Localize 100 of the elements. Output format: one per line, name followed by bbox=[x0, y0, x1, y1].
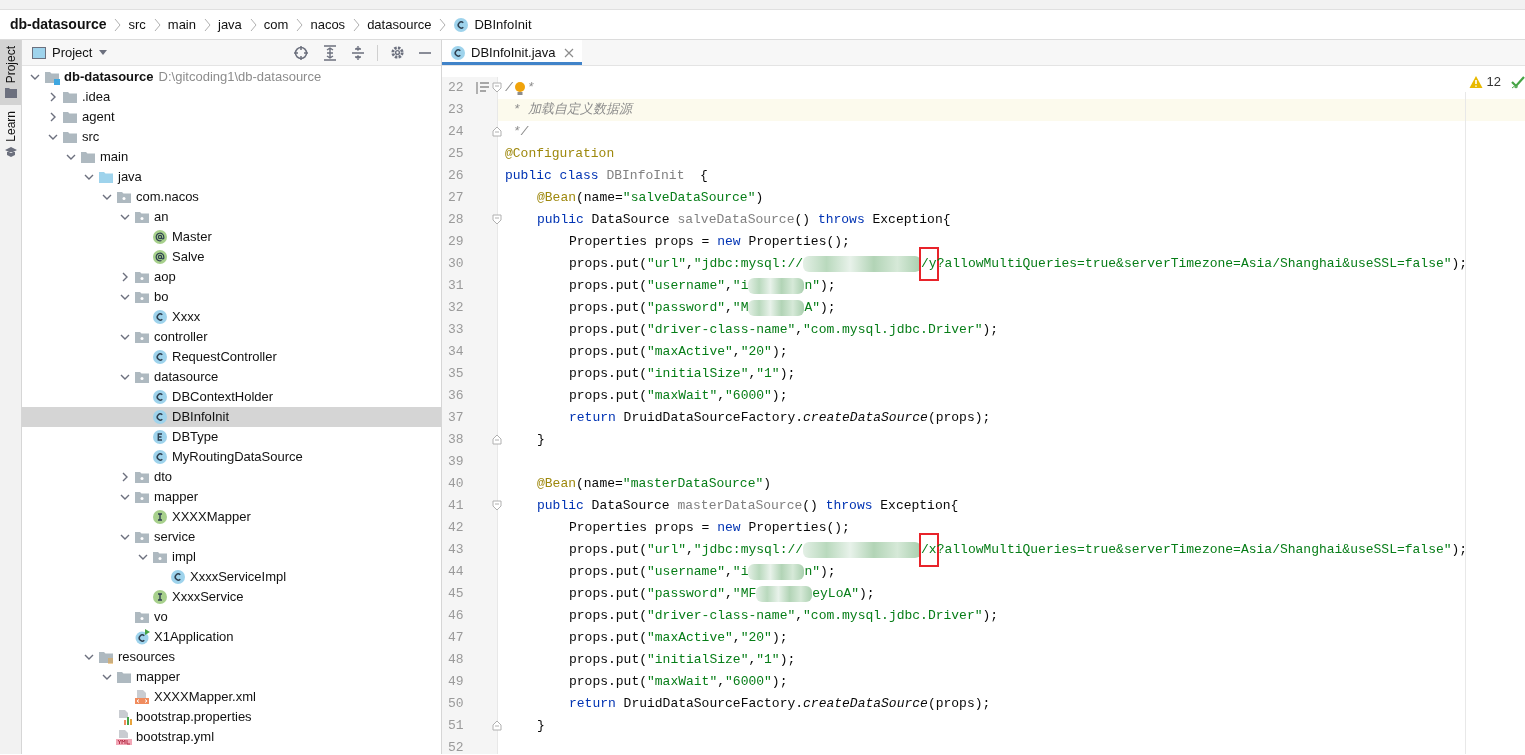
code-line: Properties props = new Properties(); bbox=[569, 233, 850, 252]
tree-item-label: agent bbox=[82, 108, 115, 127]
dropdown-caret-icon[interactable] bbox=[98, 49, 109, 56]
breadcrumb-link[interactable]: com bbox=[263, 14, 289, 35]
breadcrumb-link[interactable]: datasource bbox=[367, 14, 432, 35]
tree-row[interactable]: mapper bbox=[22, 667, 441, 687]
line-number: 34 bbox=[448, 343, 465, 362]
collapse-all-icon[interactable] bbox=[351, 44, 365, 61]
redaction-blur bbox=[748, 300, 805, 316]
tree-row[interactable]: agent bbox=[22, 107, 441, 127]
tree-row[interactable]: java bbox=[22, 167, 441, 187]
package-folder-icon bbox=[134, 369, 150, 385]
tree-item-label: MyRoutingDataSource bbox=[172, 448, 303, 467]
line-number: 51 bbox=[448, 717, 465, 736]
tree-row[interactable]: bo bbox=[22, 287, 441, 307]
tree-row[interactable]: an bbox=[22, 207, 441, 227]
breadcrumb-separator-icon bbox=[203, 17, 211, 32]
tree-row[interactable]: XxxxService bbox=[22, 587, 441, 607]
tree-row[interactable]: mapper bbox=[22, 487, 441, 507]
tree-item-label: an bbox=[154, 208, 169, 227]
source-folder-icon bbox=[98, 169, 114, 185]
side-tab[interactable]: Learn bbox=[0, 105, 21, 165]
locate-icon[interactable] bbox=[293, 44, 309, 61]
side-tab[interactable]: Project bbox=[0, 40, 21, 106]
tree-row[interactable]: dto bbox=[22, 467, 441, 487]
line-number: 50 bbox=[448, 695, 465, 714]
xml-file-icon bbox=[134, 689, 150, 705]
tree-row[interactable]: com.nacos bbox=[22, 187, 441, 207]
tree-row[interactable]: DBInfoInit bbox=[22, 407, 441, 427]
tree-row[interactable]: resources bbox=[22, 647, 441, 667]
tree-row[interactable]: controller bbox=[22, 327, 441, 347]
line-number: 23 bbox=[448, 101, 465, 120]
line-number: 49 bbox=[448, 673, 465, 692]
tree-row[interactable]: X1Application bbox=[22, 627, 441, 647]
tree-item-label: X1Application bbox=[154, 628, 234, 647]
breadcrumb-link[interactable]: DBInfoInit bbox=[474, 14, 532, 35]
tree-item-label: XXXXMapper.xml bbox=[154, 688, 256, 707]
tree-row[interactable]: Salve bbox=[22, 247, 441, 267]
tree-row[interactable]: XXXXMapper.xml bbox=[22, 687, 441, 707]
tree-row[interactable]: XxxxServiceImpl bbox=[22, 567, 441, 587]
code-text: * bbox=[526, 79, 535, 98]
tree-row[interactable]: XXXXMapper bbox=[22, 507, 441, 527]
code-text: / bbox=[505, 79, 513, 98]
breadcrumb-link[interactable]: main bbox=[167, 14, 196, 35]
tree-row[interactable]: src bbox=[22, 127, 441, 147]
line-number: 42 bbox=[448, 519, 465, 538]
class-icon bbox=[453, 16, 470, 33]
tree-row[interactable]: main bbox=[22, 147, 441, 167]
breadcrumb-separator-icon bbox=[152, 17, 161, 32]
properties-file-icon bbox=[116, 709, 132, 725]
tree-row[interactable]: Xxxx bbox=[22, 307, 441, 327]
breadcrumb-link[interactable]: db-datasource bbox=[10, 14, 107, 35]
tree-row[interactable]: bootstrap.properties bbox=[22, 707, 441, 727]
project-panel-title[interactable]: Project bbox=[52, 42, 93, 63]
warning-count[interactable]: 12 bbox=[1486, 72, 1501, 92]
tree-row[interactable]: vo bbox=[22, 607, 441, 627]
folder-icon bbox=[4, 87, 17, 100]
tree-item-label: com.nacos bbox=[136, 188, 199, 207]
tree-row[interactable]: aop bbox=[22, 267, 441, 287]
breadcrumb-link[interactable]: nacos bbox=[310, 14, 346, 35]
line-number: 44 bbox=[448, 563, 465, 582]
tree-row[interactable]: DBContextHolder bbox=[22, 387, 441, 407]
editor-tab[interactable]: DBInfoInit.java bbox=[442, 40, 582, 65]
breadcrumb-link[interactable]: java bbox=[218, 14, 242, 35]
code-line: } bbox=[537, 431, 545, 450]
package-folder-icon bbox=[134, 269, 150, 285]
expand-all-icon[interactable] bbox=[323, 44, 337, 61]
tree-row[interactable]: Master bbox=[22, 227, 441, 247]
check-icon[interactable] bbox=[1511, 74, 1525, 89]
line-number: 28 bbox=[448, 211, 465, 230]
breadcrumb-separator-icon bbox=[295, 17, 304, 32]
code-text: props.put("url","jdbc:mysql:// bbox=[569, 255, 804, 274]
tree-row[interactable]: service bbox=[22, 527, 441, 547]
minimize-icon[interactable] bbox=[419, 50, 431, 55]
code-line: props.put("initialSize","1"); bbox=[569, 651, 796, 670]
tree-row[interactable]: .idea bbox=[22, 87, 441, 107]
breadcrumb-link[interactable]: src bbox=[128, 14, 146, 35]
tree-item-label: resources bbox=[118, 648, 176, 667]
line-number: 48 bbox=[448, 651, 465, 670]
tree-row[interactable]: datasource bbox=[22, 367, 441, 387]
line-number: 38 bbox=[448, 431, 465, 450]
close-icon[interactable] bbox=[563, 47, 574, 58]
tree-item-label: XxxxService bbox=[172, 588, 244, 607]
tree-row[interactable]: MyRoutingDataSource bbox=[22, 447, 441, 467]
lightbulb-icon[interactable] bbox=[512, 80, 527, 96]
tree-item-label: service bbox=[154, 528, 196, 547]
code-text: props.put("password","M bbox=[569, 299, 749, 318]
package-folder-icon bbox=[134, 489, 150, 505]
class-icon bbox=[450, 44, 466, 61]
tree-row[interactable]: impl bbox=[22, 547, 441, 567]
tree-row[interactable]: RequestController bbox=[22, 347, 441, 367]
tree-row[interactable]: db-datasource D:\gitcoding1\db-datasource bbox=[22, 67, 441, 87]
code-line: @Bean(name="masterDataSource") bbox=[537, 475, 772, 494]
tree-row[interactable]: bootstrap.yml bbox=[22, 727, 441, 747]
tree-row[interactable]: DBType bbox=[22, 427, 441, 447]
code-line: } bbox=[537, 717, 545, 736]
line-number: 32 bbox=[448, 299, 465, 318]
tree-item-label: dto bbox=[154, 468, 173, 487]
code-line: props.put("maxWait","6000"); bbox=[569, 673, 788, 692]
settings-icon[interactable] bbox=[390, 45, 405, 60]
